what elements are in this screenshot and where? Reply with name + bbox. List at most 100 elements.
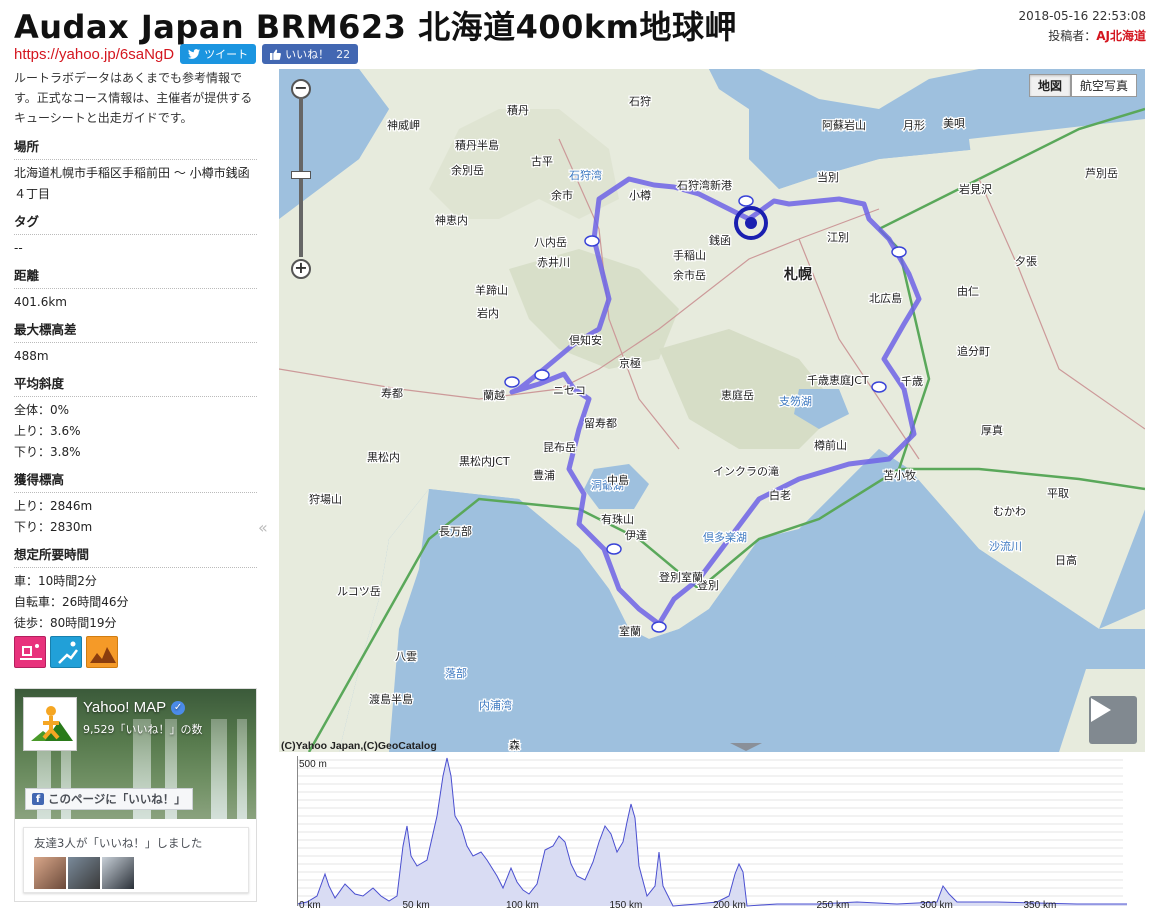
map-label: 余別岳 <box>451 163 484 177</box>
map-label: 森 <box>509 738 520 752</box>
map-label: 江別 <box>827 231 849 244</box>
map-type-map[interactable]: 地図 <box>1028 74 1071 97</box>
map-label: 八内岳 <box>534 235 567 249</box>
post-author-line: 投稿者：AJ北海道 <box>1019 26 1146 46</box>
fb-like-button[interactable]: いいね！ 22 <box>262 44 359 64</box>
fb-friend-avatars <box>34 857 238 889</box>
map-label: 千歳 <box>901 375 923 388</box>
gain-down: 下り：2830m <box>14 520 93 534</box>
elevation-profile-chart[interactable]: 500 m 0 km 50 km 100 km 150 km 200 km 250 km 3… <box>297 756 1127 914</box>
post-meta: 2018-05-16 22:53:08 投稿者：AJ北海道 <box>1019 6 1146 46</box>
map-label: 小樽 <box>629 188 651 202</box>
map-label: 伊達 <box>625 529 647 542</box>
fb-friends-box: 友達3人が「いいね！」しました <box>23 827 249 893</box>
map-label: 豊浦 <box>533 469 555 482</box>
map-label: 寿都 <box>381 386 403 400</box>
map-label: 神恵内 <box>435 213 468 227</box>
map-label: 神威岬 <box>387 118 420 132</box>
map-label: 石狩 <box>629 94 651 108</box>
map-label: ニセコ <box>553 384 586 397</box>
map-type-aerial[interactable]: 航空写真 <box>1070 74 1137 97</box>
map-label: 内浦湾 <box>479 698 512 712</box>
like-count: 22 <box>336 47 351 61</box>
map-label: 余市岳 <box>673 268 706 282</box>
map-label: 札幌 <box>783 266 812 283</box>
disclaimer-note: ルートラボデータはあくまでも参考情報です。正式なコース情報は、主催者が提供するキ… <box>14 71 253 125</box>
x-tick-label: 250 km <box>817 900 850 911</box>
map-label: 美唄 <box>943 117 965 130</box>
map-label: 苫小牧 <box>883 468 916 482</box>
map-label: 中島 <box>607 473 629 487</box>
fb-page-like-button[interactable]: f このページに「いいね！」 <box>25 788 193 810</box>
map-label: ルコツ岳 <box>337 585 381 598</box>
fb-page-likes: 9,529「いいね！」の数 <box>83 723 203 736</box>
yahoo-map-logo[interactable] <box>23 697 77 751</box>
map-label: 八雲 <box>395 650 417 663</box>
map-label: 樽前山 <box>814 438 847 452</box>
map-label: 古平 <box>531 155 553 168</box>
thumbs-up-icon <box>270 49 282 60</box>
map-label: 蘭越 <box>483 388 505 402</box>
x-tick-label: 300 km <box>920 900 953 911</box>
tweet-button[interactable]: ツイート <box>180 44 257 64</box>
map-label: 手稲山 <box>673 248 706 262</box>
avg-slope-heading: 平均斜度 <box>14 373 257 397</box>
avatar[interactable] <box>102 857 134 889</box>
map-canvas: 神威岬 積丹積丹半島古平石狩湾 余別岳余市 小樽 石狩湾新港神恵内八内岳赤井川 銭函手稲山… <box>279 69 1145 752</box>
max-elevation-diff-heading: 最大標高差 <box>14 319 257 343</box>
map-label: 赤井川 <box>537 255 570 269</box>
elevation-mode-icon[interactable] <box>86 636 118 668</box>
post-datetime: 2018-05-16 22:53:08 <box>1018 9 1146 23</box>
map-label: 昆布岳 <box>543 441 576 454</box>
map-label: 岩内 <box>477 306 499 320</box>
route-type-icons <box>14 636 118 668</box>
route-info-sidebar: ルートラボデータはあくまでも参考情報です。正式なコース情報は、主催者が提供するキ… <box>14 68 257 640</box>
map-label: 北広島 <box>869 291 902 305</box>
x-tick-label: 50 km <box>403 900 430 911</box>
map-label: 由仁 <box>957 284 979 298</box>
tag-heading: タグ <box>14 211 257 235</box>
map-label: 月形 <box>903 119 925 132</box>
y-axis-label: 500 m <box>299 759 327 770</box>
map-label: 阿蘇岩山 <box>822 118 866 132</box>
map-label: 積丹 <box>507 103 529 117</box>
zoom-out-button[interactable]: − <box>291 79 311 99</box>
play-icon <box>1091 698 1111 722</box>
like-label: いいね！ <box>285 48 330 61</box>
tag-value: -- <box>14 241 23 255</box>
short-url-link[interactable]: https://yahoo.jp/6saNgD <box>14 46 174 63</box>
zoom-slider-knob[interactable] <box>291 171 311 179</box>
sidebar-collapse-icon[interactable]: « <box>258 518 268 537</box>
map-label: インクラの滝 <box>713 465 779 478</box>
map-label: 留寿都 <box>584 416 617 430</box>
tweet-label: ツイート <box>204 48 249 61</box>
author-link[interactable]: AJ北海道 <box>1096 29 1146 43</box>
page-title: Audax Japan BRM623 北海道400km地球岬 <box>14 8 737 46</box>
fb-cover-image: Yahoo! MAP ✓ 9,529「いいね！」の数 f このページに「いいね！」 <box>15 689 256 819</box>
cycling-mode-icon[interactable] <box>50 636 82 668</box>
map-label: むかわ <box>993 505 1026 518</box>
map-label: 白老 <box>769 488 791 502</box>
map-label: 岩見沢 <box>959 182 992 196</box>
avatar[interactable] <box>34 857 66 889</box>
max-elevation-diff-value: 488m <box>14 349 49 363</box>
fb-page-name[interactable]: Yahoo! MAP ✓ <box>83 699 186 716</box>
zoom-in-button[interactable]: + <box>291 259 311 279</box>
map-label: 平取 <box>1047 487 1069 500</box>
avatar[interactable] <box>68 857 100 889</box>
x-tick-label: 150 km <box>610 900 643 911</box>
map-label: 落部 <box>445 666 467 680</box>
fb-page-like-label: このページに「いいね！」 <box>48 792 186 806</box>
map-label: 倶多楽湖 <box>703 530 747 544</box>
x-tick-label: 0 km <box>299 900 321 911</box>
slope-all: 全体：0% <box>14 403 70 417</box>
share-bar: https://yahoo.jp/6saNgD ツイート いいね！ 22 <box>14 44 359 64</box>
map-label: 沙流川 <box>989 539 1022 553</box>
fb-page-name-text: Yahoo! MAP <box>83 699 167 716</box>
elevation-toggle-icon[interactable] <box>730 743 762 751</box>
map-type-switcher: 地図 航空写真 <box>1028 74 1137 97</box>
map-label: 登別室蘭 <box>659 570 703 584</box>
walking-mode-icon[interactable] <box>14 636 46 668</box>
route-map[interactable]: 神威岬 積丹 積丹半島 古平 石狩湾 余別岳 余市 小樽 石狩湾新港 神恵内 八内岳 赤井川 銭函 手稲山… <box>279 69 1145 752</box>
play-route-button[interactable] <box>1089 696 1137 744</box>
